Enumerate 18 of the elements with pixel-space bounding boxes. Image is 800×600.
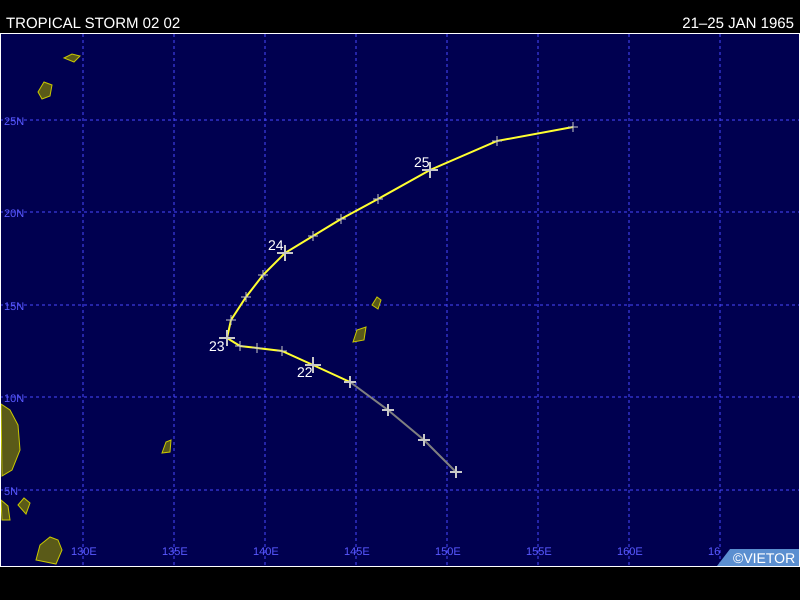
latitude-label: 5N	[4, 486, 18, 498]
date-range: 21–25 JAN 1965	[682, 16, 794, 31]
latitude-label: 25N	[4, 116, 24, 128]
longitude-label: 140E	[253, 546, 279, 558]
day-label: 25	[414, 154, 430, 170]
longitude-label: 150E	[435, 546, 461, 558]
longitude-label: 160E	[617, 546, 643, 558]
longitude-label: 130E	[71, 546, 97, 558]
map-title: TROPICAL STORM 02 02	[6, 16, 180, 31]
latitude-label: 15N	[4, 301, 24, 313]
latitude-label: 10N	[4, 393, 24, 405]
longitude-label: 135E	[162, 546, 188, 558]
longitude-label: 145E	[344, 546, 370, 558]
latitude-label: 20N	[4, 208, 24, 220]
day-label: 22	[297, 364, 313, 380]
day-label: 23	[209, 338, 225, 354]
day-label: 24	[268, 237, 284, 253]
longitude-label: 155E	[526, 546, 552, 558]
